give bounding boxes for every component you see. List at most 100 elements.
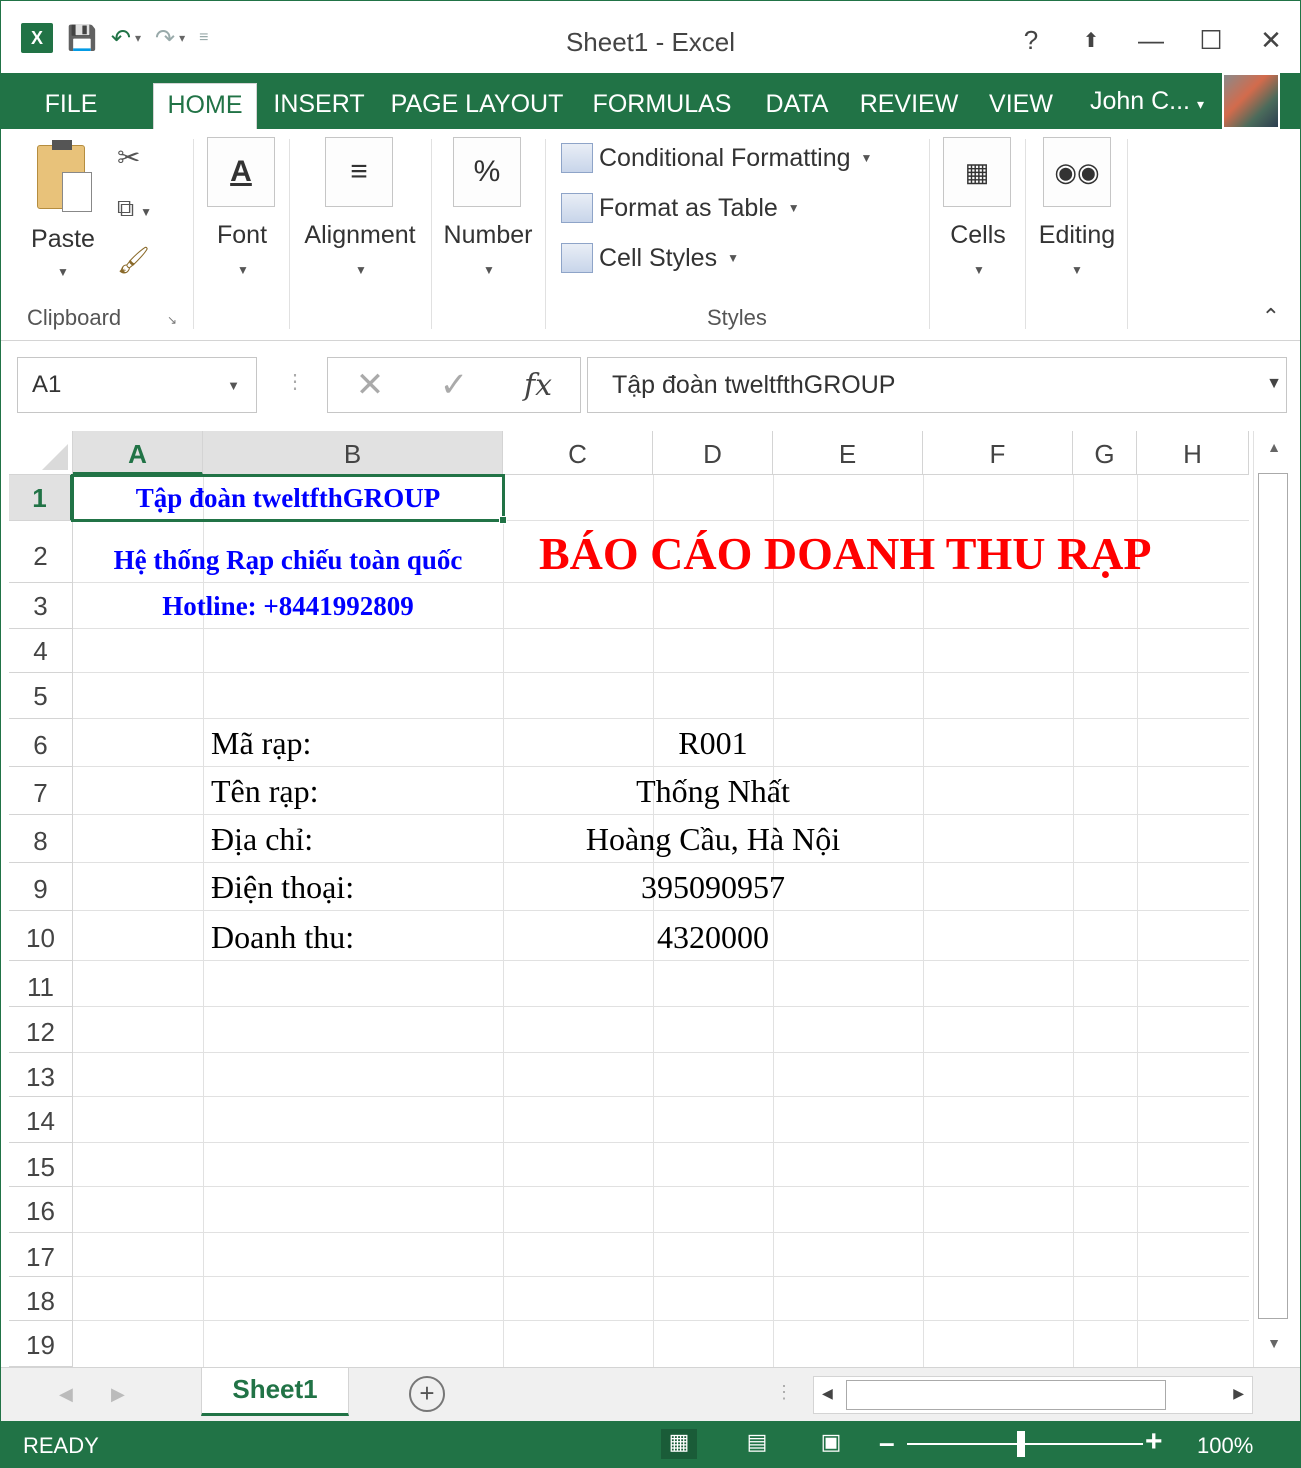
tab-home[interactable]: HOME (153, 83, 257, 129)
user-name[interactable]: John C... (1090, 87, 1190, 115)
row-header-17[interactable]: 17 (9, 1233, 73, 1277)
row-header-13[interactable]: 13 (9, 1053, 73, 1097)
insert-function-icon[interactable]: fx (496, 368, 580, 403)
zoom-slider[interactable] (907, 1443, 1143, 1445)
column-header-d[interactable]: D (653, 431, 773, 475)
row-header-19[interactable]: 19 (9, 1321, 73, 1367)
vertical-scrollbar[interactable]: ▲ ▼ (1253, 431, 1293, 1367)
cell-d8[interactable]: Hoàng Cầu, Hà Nội (503, 821, 923, 858)
scroll-down-icon[interactable]: ▼ (1260, 1335, 1288, 1363)
user-caret-icon[interactable]: ▾ (1197, 96, 1204, 112)
tab-view[interactable]: VIEW (979, 83, 1063, 129)
minimize-icon[interactable]: — (1136, 25, 1166, 56)
name-box[interactable]: A1 ▼ (17, 357, 257, 413)
font-group-button[interactable]: Font (197, 221, 287, 250)
column-header-e[interactable]: E (773, 431, 923, 475)
sheet-prev-icon[interactable]: ◀ (59, 1384, 73, 1405)
row-header-6[interactable]: 6 (9, 719, 73, 767)
column-header-b[interactable]: B (203, 431, 503, 475)
format-painter-icon[interactable]: 🖌 (117, 245, 150, 276)
tab-review[interactable]: REVIEW (853, 83, 965, 129)
expand-formula-bar-icon[interactable]: ▼ (1266, 375, 1282, 393)
vertical-scroll-thumb[interactable] (1258, 473, 1288, 1319)
tab-file[interactable]: FILE (1, 83, 141, 129)
row-header-7[interactable]: 7 (9, 767, 73, 815)
undo-icon[interactable]: ↶ ▾ (111, 24, 141, 53)
cut-icon[interactable]: ✂ (117, 141, 140, 174)
cancel-entry-icon[interactable]: ✕ (328, 365, 412, 405)
number-format-icon[interactable]: % (453, 137, 521, 207)
scroll-right-icon[interactable]: ▶ (1233, 1385, 1244, 1402)
cells-icon[interactable]: ▦ (943, 137, 1011, 207)
row-header-16[interactable]: 16 (9, 1187, 73, 1233)
row-header-4[interactable]: 4 (9, 629, 73, 673)
alignment-icon[interactable]: ≡ (325, 137, 393, 207)
cell-a2[interactable]: Hệ thống Rạp chiếu toàn quốc (73, 545, 503, 576)
cell-d10[interactable]: 4320000 (503, 919, 923, 956)
row-header-11[interactable]: 11 (9, 961, 73, 1007)
row-header-9[interactable]: 9 (9, 863, 73, 911)
cell-b7[interactable]: Tên rạp: (211, 773, 319, 810)
font-icon[interactable]: A (207, 137, 275, 207)
scroll-left-icon[interactable]: ◀ (822, 1385, 833, 1402)
normal-view-icon[interactable]: ▦ (661, 1429, 697, 1459)
cell-d9[interactable]: 395090957 (503, 869, 923, 906)
horizontal-scrollbar[interactable]: ◀ ▶ (813, 1376, 1253, 1414)
sheet-next-icon[interactable]: ▶ (111, 1384, 125, 1405)
collapse-ribbon-icon[interactable]: ⌃ (1262, 304, 1280, 330)
user-account[interactable]: John C... ▾ (1090, 87, 1204, 116)
row-header-15[interactable]: 15 (9, 1143, 73, 1187)
cell-styles-button[interactable]: Cell Styles ▼ (561, 243, 739, 273)
cell-a1[interactable]: Tập đoàn tweltfthGROUP (73, 483, 503, 514)
column-header-h[interactable]: H (1137, 431, 1249, 475)
horizontal-scroll-thumb[interactable] (846, 1380, 1166, 1410)
tab-page-layout[interactable]: PAGE LAYOUT (385, 83, 569, 129)
cell-b10[interactable]: Doanh thu: (211, 919, 354, 956)
cell-c2-report-title[interactable]: BÁO CÁO DOANH THU RẠP (539, 527, 1152, 580)
tab-data[interactable]: DATA (755, 83, 839, 129)
alignment-group-button[interactable]: Alignment (295, 221, 425, 250)
name-box-caret-icon[interactable]: ▼ (227, 378, 240, 393)
fill-handle[interactable] (499, 516, 507, 524)
cell-a3[interactable]: Hotline: +8441992809 (73, 591, 503, 622)
cell-d6[interactable]: R001 (503, 725, 923, 762)
editing-group-button[interactable]: Editing (1031, 221, 1123, 250)
zoom-slider-thumb[interactable] (1017, 1431, 1025, 1457)
clipboard-launcher-icon[interactable]: ↘ (167, 313, 177, 327)
row-header-2[interactable]: 2 (9, 521, 73, 583)
row-header-18[interactable]: 18 (9, 1277, 73, 1321)
row-header-8[interactable]: 8 (9, 815, 73, 863)
row-header-5[interactable]: 5 (9, 673, 73, 719)
formula-input[interactable]: Tập đoàn tweltfthGROUP (587, 357, 1287, 413)
cell-b9[interactable]: Điện thoại: (211, 869, 354, 906)
avatar[interactable] (1222, 73, 1280, 129)
formula-bar-grip-icon[interactable]: ⋮ (285, 369, 305, 394)
save-icon[interactable]: 💾 (67, 24, 97, 53)
column-header-g[interactable]: G (1073, 431, 1137, 475)
help-icon[interactable]: ? (1016, 25, 1046, 56)
zoom-in-icon[interactable]: + (1145, 1425, 1163, 1459)
tab-insert[interactable]: INSERT (267, 83, 371, 129)
column-header-c[interactable]: C (503, 431, 653, 475)
copy-icon[interactable]: ⧉ ▼ (117, 195, 152, 223)
zoom-out-icon[interactable]: – (879, 1427, 895, 1459)
row-header-14[interactable]: 14 (9, 1097, 73, 1143)
page-break-view-icon[interactable]: ▣ (813, 1429, 849, 1459)
add-sheet-icon[interactable]: + (409, 1376, 445, 1412)
customize-toolbar-icon[interactable]: ≡ (199, 29, 208, 47)
sheet-tab-sheet1[interactable]: Sheet1 (201, 1368, 349, 1416)
tab-split-grip-icon[interactable]: ⋮ (775, 1382, 793, 1403)
cell-b6[interactable]: Mã rạp: (211, 725, 311, 762)
row-header-10[interactable]: 10 (9, 911, 73, 961)
worksheet-grid[interactable]: A B C D E F G H 1 2 3 4 5 6 7 8 9 10 11 … (9, 431, 1249, 1367)
column-header-f[interactable]: F (923, 431, 1073, 475)
scroll-up-icon[interactable]: ▲ (1260, 439, 1288, 467)
maximize-icon[interactable]: ☐ (1196, 25, 1226, 56)
ribbon-display-icon[interactable]: ⬆ (1076, 28, 1106, 53)
page-layout-view-icon[interactable]: ▤ (739, 1429, 775, 1459)
number-group-button[interactable]: Number (437, 221, 539, 250)
column-header-a[interactable]: A (73, 431, 203, 475)
zoom-level[interactable]: 100% (1197, 1433, 1253, 1459)
redo-icon[interactable]: ↷ ▾ (155, 24, 185, 53)
row-header-1[interactable]: 1 (9, 475, 73, 521)
